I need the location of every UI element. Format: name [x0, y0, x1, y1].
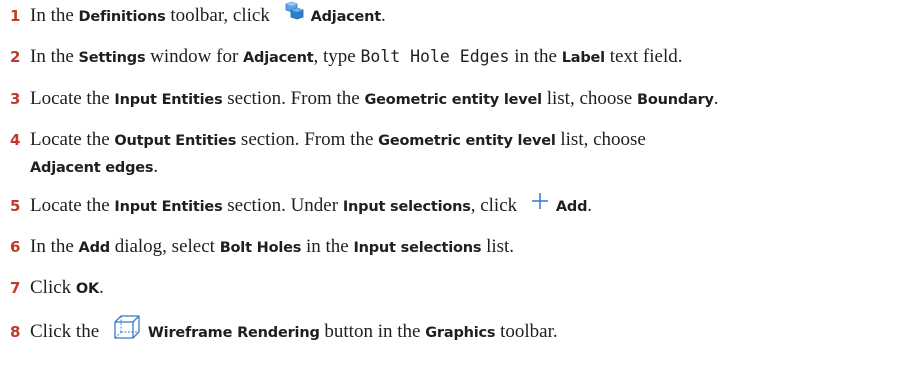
step-number: 6 [10, 238, 21, 256]
step-text: Locate the [30, 88, 115, 109]
button-name: Adjacent [310, 9, 382, 25]
window-name: Settings [78, 50, 146, 66]
step-text: Locate the [30, 129, 115, 150]
step-number: 8 [10, 322, 21, 341]
step-text: In the [30, 46, 79, 67]
step-1: 1 In the Definitions toolbar, click Adjac… [10, 1, 912, 30]
step-text: section. From the [222, 88, 365, 109]
step-text: Click the [30, 320, 104, 342]
step-text: In the [30, 236, 79, 257]
list-name: Geometric entity level [364, 92, 542, 108]
field-name: Label [561, 50, 605, 66]
section-name: Output Entities [114, 133, 237, 149]
step-8: 8 Click the Wireframe Rendering button in… [10, 314, 912, 349]
step-text: dialog, select [109, 236, 220, 257]
button-name: Add [555, 199, 588, 215]
instruction-steps: 1 In the Definitions toolbar, click Adjac… [0, 0, 916, 370]
button-name: OK [75, 281, 100, 297]
toolbar-name: Graphics [425, 324, 496, 341]
step-text: list, choose [541, 88, 637, 109]
option-name: Adjacent edges [30, 160, 154, 176]
step-4: 4 Locate the Output Entities section. Fro… [10, 127, 912, 181]
step-text: In the [30, 5, 79, 26]
step-text: section. From the [236, 129, 379, 150]
step-text: , click [470, 195, 522, 216]
list-name: Geometric entity level [378, 133, 556, 149]
list-name: Input selections [342, 199, 471, 215]
step-text: . [587, 195, 593, 216]
step-text: button in the [319, 320, 426, 342]
list-name: Input selections [353, 240, 482, 256]
step-text: . [381, 5, 386, 26]
step-number: 3 [10, 90, 21, 108]
step-text: Locate the [30, 195, 115, 216]
adjacent-selection-icon [283, 1, 305, 28]
step-number: 7 [10, 279, 21, 297]
step-number: 5 [10, 197, 21, 215]
step-2: 2 In the Settings window for Adjacent, ty… [10, 44, 912, 71]
step-text: toolbar, click [165, 5, 275, 26]
step-text: . [153, 156, 159, 177]
step-text: list. [481, 236, 515, 257]
step-text: window for [145, 46, 244, 67]
step-6: 6 In the Add dialog, select Bolt Holes in… [10, 234, 912, 261]
step-text: , type [313, 46, 361, 67]
step-text: section. Under [222, 195, 343, 216]
selection-name: Bolt Holes [219, 240, 302, 256]
step-number: 2 [10, 48, 21, 66]
step-continuation: Adjacent edges. [10, 154, 912, 181]
add-plus-icon [530, 191, 550, 218]
step-text: in the [509, 46, 562, 67]
section-name: Input Entities [114, 92, 223, 108]
node-name: Adjacent [243, 50, 314, 66]
button-name: Wireframe Rendering [147, 324, 320, 341]
step-text: list, choose [555, 129, 646, 150]
step-7: 7 Click OK. [10, 275, 912, 302]
step-3: 3 Locate the Input Entities section. From… [10, 86, 912, 113]
wireframe-rendering-icon [112, 314, 142, 347]
step-text: Click [30, 277, 76, 298]
step-text: . [713, 88, 719, 109]
step-text: in the [301, 236, 354, 257]
dialog-name: Add [78, 240, 111, 256]
section-name: Input Entities [114, 199, 223, 215]
option-name: Boundary [636, 92, 714, 108]
step-5: 5 Locate the Input Entities section. Unde… [10, 193, 912, 220]
step-number: 1 [10, 7, 21, 25]
step-number: 4 [10, 131, 21, 149]
toolbar-name: Definitions [78, 9, 166, 25]
step-text: text field. [604, 46, 683, 67]
typed-value: Bolt Hole Edges [360, 47, 510, 66]
step-text: toolbar. [495, 320, 558, 342]
step-text: . [99, 277, 104, 298]
